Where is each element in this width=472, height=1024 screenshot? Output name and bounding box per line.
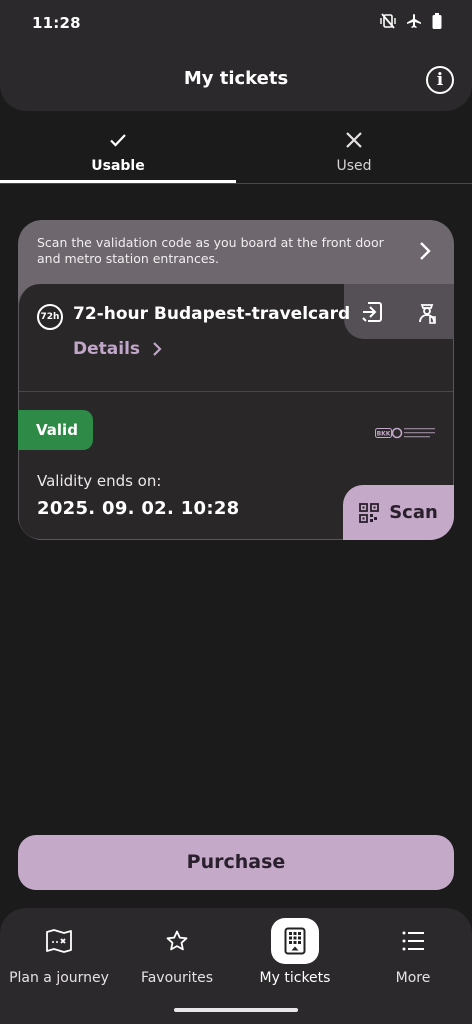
details-link[interactable]: Details [73, 339, 162, 359]
airplane-icon [407, 14, 421, 28]
chevron-right-icon [153, 342, 162, 356]
duration-badge: 72h [37, 304, 63, 330]
tab-usable[interactable]: Usable [0, 122, 236, 183]
tab-usable-label: Usable [91, 158, 145, 174]
bottom-nav: Plan a journey Favourites My tickets Mor… [0, 908, 472, 1024]
nav-more[interactable]: More [354, 908, 472, 998]
purchase-button[interactable]: Purchase [18, 835, 454, 890]
ticket-divider [19, 391, 453, 392]
nav-my-tickets[interactable]: My tickets [236, 908, 354, 998]
chevron-right-icon [418, 240, 432, 267]
status-badge: Valid [18, 410, 93, 450]
battery-icon [432, 13, 442, 29]
scan-button[interactable]: Scan [343, 485, 454, 540]
details-label: Details [73, 339, 141, 359]
validity-value: 2025. 09. 02. 10:28 [37, 498, 240, 519]
info-icon[interactable]: i [426, 66, 454, 94]
status-bar: 11:28 [0, 0, 472, 46]
nav-favourites[interactable]: Favourites [118, 908, 236, 998]
vibrate-off-icon [380, 13, 396, 29]
nav-plan-journey[interactable]: Plan a journey [0, 908, 118, 998]
check-icon [0, 130, 236, 153]
ticket-card: Scan the validation code as you board at… [18, 220, 454, 540]
close-icon [236, 130, 472, 153]
ticket-name: 72-hour Budapest-travelcard [73, 304, 351, 324]
validity-label: Validity ends on: [37, 472, 162, 490]
tab-used[interactable]: Used [236, 122, 472, 183]
operator-logo: BKK [375, 424, 437, 446]
tab-used-label: Used [336, 158, 372, 174]
inspector-icon[interactable] [399, 284, 454, 339]
menu-icon [389, 918, 437, 964]
ticket-icon [271, 918, 319, 964]
scan-label: Scan [389, 502, 438, 523]
star-icon [153, 918, 201, 964]
page-title: My tickets [183, 68, 289, 89]
ticket-body[interactable]: 72h 72-hour Budapest-travelcard Details … [18, 284, 454, 540]
status-time: 11:28 [32, 14, 81, 32]
ticket-actions [344, 284, 454, 339]
qr-code-icon [359, 502, 380, 523]
scan-hint-banner[interactable]: Scan the validation code as you board at… [18, 220, 454, 284]
home-indicator[interactable] [174, 1008, 298, 1012]
status-icons [380, 13, 442, 29]
nav-label: More [395, 970, 431, 986]
scan-hint-text: Scan the validation code as you board at… [37, 235, 384, 266]
ticket-tabs: Usable Used [0, 122, 472, 184]
transfer-ticket-icon[interactable] [344, 284, 399, 339]
map-icon [35, 918, 83, 964]
svg-text:BKK: BKK [377, 431, 391, 438]
